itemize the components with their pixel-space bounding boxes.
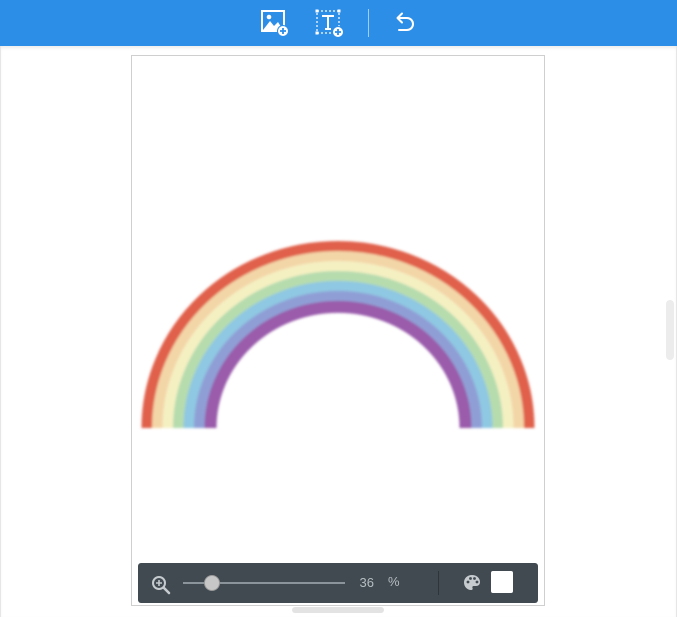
toolbar-divider [368, 9, 369, 37]
workspace-edge-left [0, 46, 1, 617]
add-text-icon [315, 9, 344, 38]
design-canvas[interactable] [131, 55, 545, 606]
undo-icon [396, 12, 414, 31]
palette-icon[interactable] [462, 573, 482, 593]
zoom-value: 36 [359, 575, 374, 590]
zoom-in-icon[interactable] [150, 574, 172, 596]
vertical-scrollbar[interactable] [666, 300, 674, 360]
add-text-button[interactable] [312, 6, 346, 40]
top-toolbar [0, 0, 677, 46]
background-color-swatch[interactable] [491, 571, 513, 593]
add-image-button[interactable] [258, 6, 292, 40]
undo-button[interactable] [387, 6, 421, 40]
zoom-bar-divider [438, 571, 439, 595]
horizontal-scrollbar[interactable] [292, 607, 384, 613]
rainbow-graphic[interactable] [132, 56, 544, 605]
zoom-bar: 36 % [138, 563, 538, 603]
add-image-icon [261, 10, 289, 37]
zoom-slider-knob[interactable] [204, 575, 221, 591]
zoom-unit: % [388, 574, 400, 589]
